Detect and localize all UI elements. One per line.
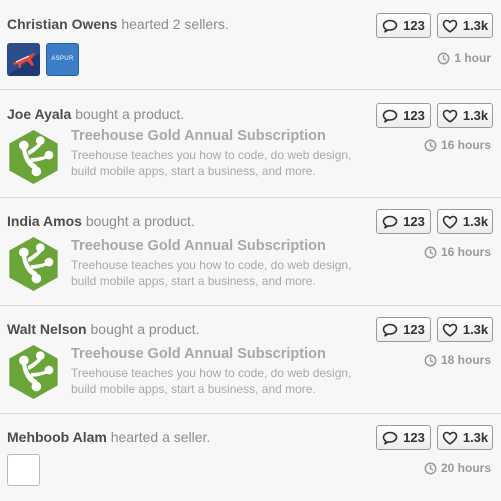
treehouse-logo-icon[interactable] [7,129,60,185]
seller-logo[interactable] [7,43,40,76]
heart-icon [442,19,458,33]
activity-line: Christian Owens hearted 2 sellers. [7,15,229,33]
user-name-link[interactable]: Joe Ayala [7,106,71,122]
heart-button[interactable]: 1.3k [437,103,493,128]
heart-icon [442,109,458,123]
speech-bubble-icon [382,431,398,445]
feed-item: Mehboob Alam hearted a seller. 123 1.3k … [0,414,501,501]
heart-button[interactable]: 1.3k [437,317,493,342]
time-ago: 1 hour [454,51,491,65]
product-description: Treehouse teaches you how to code, do we… [71,148,352,178]
comment-count: 123 [403,18,425,33]
time-ago: 16 hours [440,245,491,259]
speech-bubble-icon [382,19,398,33]
user-name-link[interactable]: Mehboob Alam [7,429,107,445]
clock-icon [424,139,437,152]
user-name-link[interactable]: Walt Nelson [7,321,87,337]
comment-button[interactable]: 123 [376,209,431,234]
feed-item: Joe Ayala bought a product. 123 1.3k Tre… [0,90,501,198]
seller-logo-text: ASPUR [51,56,74,62]
comment-button[interactable]: 123 [376,103,431,128]
timestamp: 20 hours [424,461,491,475]
heart-icon [442,323,458,337]
heart-icon [442,431,458,445]
product-title-link[interactable]: Treehouse Gold Annual Subscription [71,128,326,144]
activity-text: bought a product. [85,213,195,229]
time-ago: 16 hours [440,138,491,152]
product-title-link[interactable]: Treehouse Gold Annual Subscription [71,346,326,362]
seller-logo[interactable]: ASPUR [46,43,79,76]
clock-icon [424,246,437,259]
heart-button[interactable]: 1.3k [437,13,493,38]
heart-count: 1.3k [462,322,489,337]
activity-line: Joe Ayala bought a product. [7,105,184,123]
product-title-link[interactable]: Treehouse Gold Annual Subscription [71,238,326,254]
treehouse-logo-icon[interactable] [7,236,60,292]
heart-count: 1.3k [462,108,489,123]
activity-text: hearted 2 sellers. [121,16,229,32]
speech-bubble-icon [382,215,398,229]
clock-icon [424,462,437,475]
comment-count: 123 [403,430,425,445]
comment-count: 123 [403,108,425,123]
seller-logo-placeholder[interactable] [7,454,40,486]
activity-text: bought a product. [90,321,200,337]
user-name-link[interactable]: Christian Owens [7,16,117,32]
product-description: Treehouse teaches you how to code, do we… [71,366,352,396]
activity-feed: Christian Owens hearted 2 sellers. 123 1… [0,0,501,501]
treehouse-logo-icon[interactable] [7,344,60,400]
comment-count: 123 [403,214,425,229]
activity-line: India Amos bought a product. [7,212,195,230]
activity-line: Mehboob Alam hearted a seller. [7,428,210,446]
feed-item: Christian Owens hearted 2 sellers. 123 1… [0,0,501,90]
speech-bubble-icon [382,109,398,123]
speech-bubble-icon [382,323,398,337]
feed-item: India Amos bought a product. 123 1.3k Tr… [0,198,501,306]
heart-icon [442,215,458,229]
timestamp: 16 hours [424,138,491,152]
comment-button[interactable]: 123 [376,425,431,450]
heart-button[interactable]: 1.3k [437,209,493,234]
heart-button[interactable]: 1.3k [437,425,493,450]
clock-icon [424,354,437,367]
comment-button[interactable]: 123 [376,317,431,342]
time-ago: 18 hours [440,353,491,367]
heart-count: 1.3k [462,430,489,445]
comment-button[interactable]: 123 [376,13,431,38]
heart-count: 1.3k [462,214,489,229]
feed-item: Walt Nelson bought a product. 123 1.3k T… [0,306,501,414]
timestamp: 16 hours [424,245,491,259]
activity-text: bought a product. [75,106,185,122]
airplane-logo-icon [7,43,40,76]
activity-line: Walt Nelson bought a product. [7,320,199,338]
product-description: Treehouse teaches you how to code, do we… [71,258,352,288]
timestamp: 18 hours [424,353,491,367]
timestamp: 1 hour [437,51,491,65]
time-ago: 20 hours [440,461,491,475]
user-name-link[interactable]: India Amos [7,213,82,229]
clock-icon [437,52,450,65]
comment-count: 123 [403,322,425,337]
heart-count: 1.3k [462,18,489,33]
activity-text: hearted a seller. [110,429,211,445]
